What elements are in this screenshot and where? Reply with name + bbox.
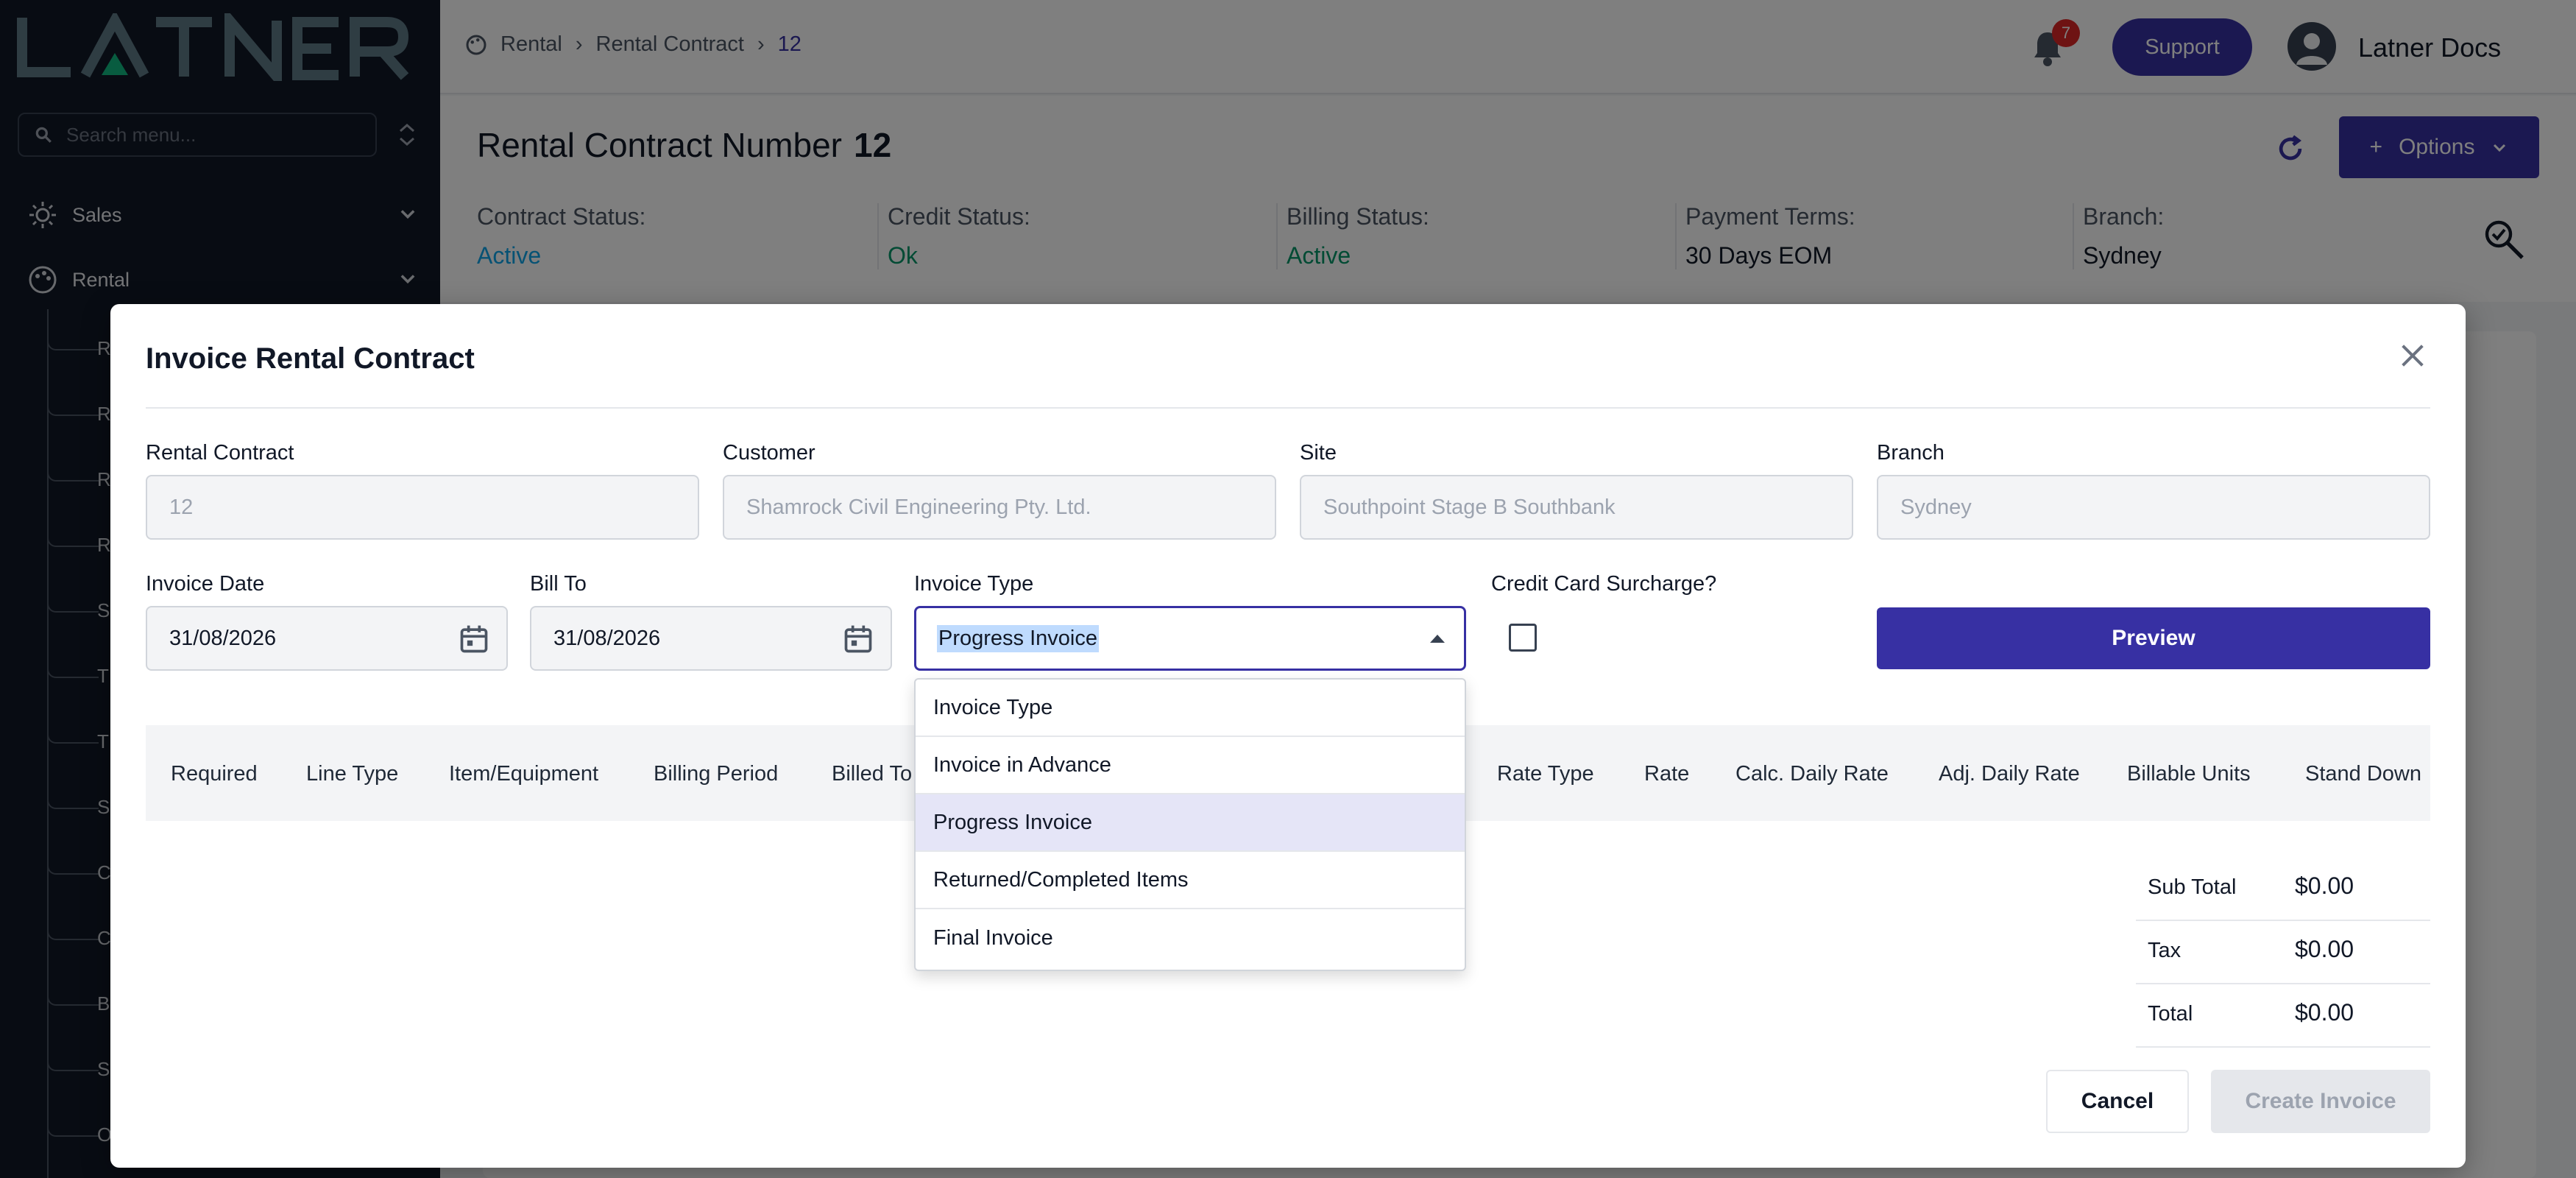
column-header[interactable]: Billable Units [2127, 762, 2251, 786]
total-value: $0.00 [2295, 936, 2354, 962]
bill-to-label: Bill To [530, 572, 587, 596]
invoice-type-label: Invoice Type [914, 572, 1034, 596]
rental-contract-value: 12 [169, 495, 194, 519]
total-label: Sub Total [2148, 875, 2237, 899]
dropdown-option-selected[interactable]: Progress Invoice [916, 794, 1465, 852]
customer-field: Shamrock Civil Engineering Pty. Ltd. [723, 475, 1276, 540]
calendar-icon[interactable] [842, 622, 874, 656]
bill-to-field[interactable]: 31/08/2026 [530, 606, 892, 671]
total-label: Total [2148, 1002, 2193, 1026]
divider [146, 407, 2430, 409]
calendar-icon[interactable] [458, 622, 490, 656]
invoice-date-value: 31/08/2026 [169, 626, 277, 650]
site-label: Site [1300, 441, 1337, 465]
tax-row: Tax $0.00 [2136, 921, 2430, 984]
caret-up-icon [1430, 635, 1445, 643]
branch-label: Branch [1877, 441, 1945, 465]
total-value: $0.00 [2295, 999, 2354, 1026]
branch-field: Sydney [1877, 475, 2430, 540]
total-value: $0.00 [2295, 872, 2354, 899]
site-value: Southpoint Stage B Southbank [1323, 495, 1616, 519]
column-header[interactable]: Required [171, 762, 258, 786]
invoice-type-select[interactable]: Progress Invoice [914, 606, 1466, 671]
dropdown-option[interactable]: Invoice Type [916, 680, 1465, 737]
create-invoice-button[interactable]: Create Invoice [2211, 1070, 2430, 1133]
invoice-type-dropdown: Invoice Type Invoice in Advance Progress… [914, 678, 1466, 971]
column-header[interactable]: Rate Type [1497, 762, 1594, 786]
dropdown-option[interactable]: Returned/Completed Items [916, 852, 1465, 909]
rental-contract-label: Rental Contract [146, 441, 294, 465]
preview-button[interactable]: Preview [1877, 607, 2430, 669]
customer-value: Shamrock Civil Engineering Pty. Ltd. [746, 495, 1091, 519]
invoice-date-field[interactable]: 31/08/2026 [146, 606, 508, 671]
modal-title: Invoice Rental Contract [146, 342, 475, 375]
column-header[interactable]: Billed To [832, 762, 912, 786]
credit-card-surcharge-checkbox[interactable] [1509, 624, 1537, 652]
dropdown-option[interactable]: Invoice in Advance [916, 737, 1465, 794]
dropdown-option[interactable]: Final Invoice [916, 909, 1465, 967]
cancel-button[interactable]: Cancel [2046, 1070, 2189, 1133]
credit-card-surcharge-label: Credit Card Surcharge? [1491, 572, 1717, 596]
bill-to-value: 31/08/2026 [553, 626, 661, 650]
total-row: Total $0.00 [2136, 984, 2430, 1048]
rental-contract-field: 12 [146, 475, 699, 540]
column-header[interactable]: Item/Equipment [449, 762, 598, 786]
subtotal-row: Sub Total $0.00 [2136, 858, 2430, 921]
invoice-type-value: Progress Invoice [937, 624, 1099, 652]
column-header[interactable]: Adj. Daily Rate [1939, 762, 2080, 786]
close-icon[interactable] [2398, 341, 2427, 370]
total-label: Tax [2148, 939, 2182, 962]
column-header[interactable]: Rate [1644, 762, 1689, 786]
site-field: Southpoint Stage B Southbank [1300, 475, 1853, 540]
column-header[interactable]: Billing Period [654, 762, 778, 786]
branch-value: Sydney [1900, 495, 1972, 519]
column-header[interactable]: Line Type [306, 762, 398, 786]
column-header[interactable]: Stand Down [2305, 762, 2421, 786]
invoice-modal: Invoice Rental Contract Rental Contract … [110, 304, 2466, 1168]
column-header[interactable]: Calc. Daily Rate [1735, 762, 1889, 786]
customer-label: Customer [723, 441, 815, 465]
invoice-date-label: Invoice Date [146, 572, 265, 596]
